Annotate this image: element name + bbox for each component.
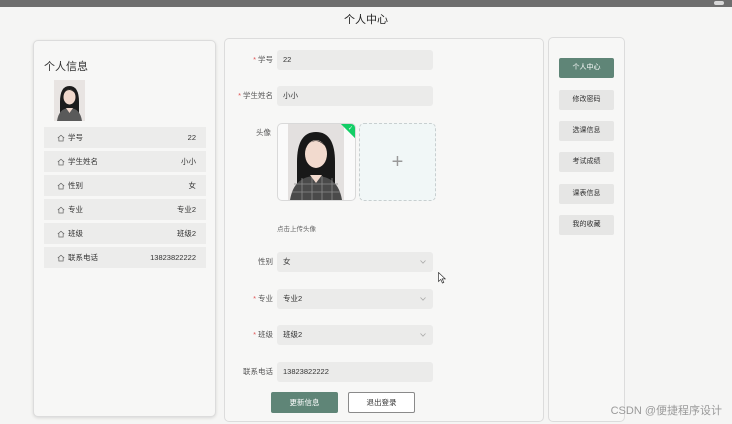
home-icon xyxy=(57,182,65,189)
menu-item-favorites[interactable]: 我的收藏 xyxy=(559,215,614,235)
user-menu-panel: 个人中心 修改密码 选课信息 考试成绩 课表信息 我的收藏 xyxy=(548,37,625,422)
major-label: * 专业 xyxy=(253,294,273,303)
info-label: 学生姓名 xyxy=(68,157,98,166)
info-label: 联系电话 xyxy=(68,253,98,262)
info-label: 班级 xyxy=(68,229,83,238)
form-row-major: * 专业 专业2 xyxy=(225,289,545,309)
info-value: 班级2 xyxy=(176,229,196,238)
chevron-down-icon xyxy=(420,297,426,301)
info-label: 专业 xyxy=(68,205,83,214)
name-input[interactable]: 小小 xyxy=(277,86,433,106)
gender-label: 性别 xyxy=(258,257,273,266)
info-row-student-id: 学号 22 xyxy=(44,127,206,148)
menu-item-profile[interactable]: 个人中心 xyxy=(559,58,614,78)
info-value: 13823822222 xyxy=(150,253,196,262)
update-info-button[interactable]: 更新信息 xyxy=(271,392,338,413)
page-title: 个人中心 xyxy=(344,14,388,26)
form-row-student-id: * 学号 22 xyxy=(225,50,545,70)
menu-item-exam-scores[interactable]: 考试成绩 xyxy=(559,152,614,172)
class-label: * 班级 xyxy=(253,330,273,339)
mouse-cursor-icon xyxy=(438,272,446,284)
window-control[interactable] xyxy=(714,1,724,5)
form-row-phone: 联系电话 13823822222 xyxy=(225,362,545,382)
avatar-label: 头像 xyxy=(256,128,271,137)
logout-button[interactable]: 退出登录 xyxy=(348,392,415,413)
home-icon xyxy=(57,158,65,165)
profile-avatar xyxy=(54,80,85,121)
window-top-bar xyxy=(0,0,732,7)
info-value: 小小 xyxy=(181,157,196,166)
form-row-name: * 学生姓名 小小 xyxy=(225,86,545,106)
profile-summary-panel: 个人信息 学号 22 学生姓名 小小 性别 女 专业 专业2 班级 班级2 联系… xyxy=(33,40,216,417)
check-icon: ✓ xyxy=(347,126,353,132)
menu-item-change-password[interactable]: 修改密码 xyxy=(559,90,614,110)
info-row-major: 专业 专业2 xyxy=(44,199,206,220)
avatar-upload-button[interactable]: + xyxy=(359,123,436,201)
phone-label: 联系电话 xyxy=(243,367,273,376)
plus-icon: + xyxy=(391,150,404,173)
info-label: 性别 xyxy=(68,181,83,190)
student-id-label: * 学号 xyxy=(253,55,273,64)
gender-select[interactable]: 女 xyxy=(277,252,433,272)
avatar-upload-hint: 点击上传头像 xyxy=(277,226,316,233)
home-icon xyxy=(57,254,65,261)
info-value: 专业2 xyxy=(176,205,196,214)
class-select[interactable]: 班级2 xyxy=(277,325,433,345)
info-row-class: 班级 班级2 xyxy=(44,223,206,244)
avatar-image xyxy=(288,124,344,200)
avatar-preview[interactable]: ✓ xyxy=(277,123,356,201)
profile-edit-form: * 学号 22 * 学生姓名 小小 头像 ✓ + 点击上传头像 性别 女 * 专业 xyxy=(224,38,544,422)
student-id-input[interactable]: 22 xyxy=(277,50,433,70)
home-icon xyxy=(57,230,65,237)
phone-input[interactable]: 13823822222 xyxy=(277,362,433,382)
info-value: 女 xyxy=(188,181,197,190)
menu-item-timetable[interactable]: 课表信息 xyxy=(559,184,614,204)
major-select[interactable]: 专业2 xyxy=(277,289,433,309)
chevron-down-icon xyxy=(420,260,426,264)
info-row-gender: 性别 女 xyxy=(44,175,206,196)
chevron-down-icon xyxy=(420,333,426,337)
watermark: CSDN @便捷程序设计 xyxy=(610,405,722,417)
profile-summary-title: 个人信息 xyxy=(44,61,88,73)
menu-item-course-selection[interactable]: 选课信息 xyxy=(559,121,614,141)
info-value: 22 xyxy=(187,133,196,142)
profile-info-list: 学号 22 学生姓名 小小 性别 女 专业 专业2 班级 班级2 联系电话 13… xyxy=(44,127,206,271)
form-row-gender: 性别 女 xyxy=(225,252,545,272)
form-row-class: * 班级 班级2 xyxy=(225,325,545,345)
info-row-name: 学生姓名 小小 xyxy=(44,151,206,172)
info-row-phone: 联系电话 13823822222 xyxy=(44,247,206,268)
home-icon xyxy=(57,134,65,141)
info-label: 学号 xyxy=(68,133,83,142)
home-icon xyxy=(57,206,65,213)
name-label: * 学生姓名 xyxy=(238,91,273,100)
